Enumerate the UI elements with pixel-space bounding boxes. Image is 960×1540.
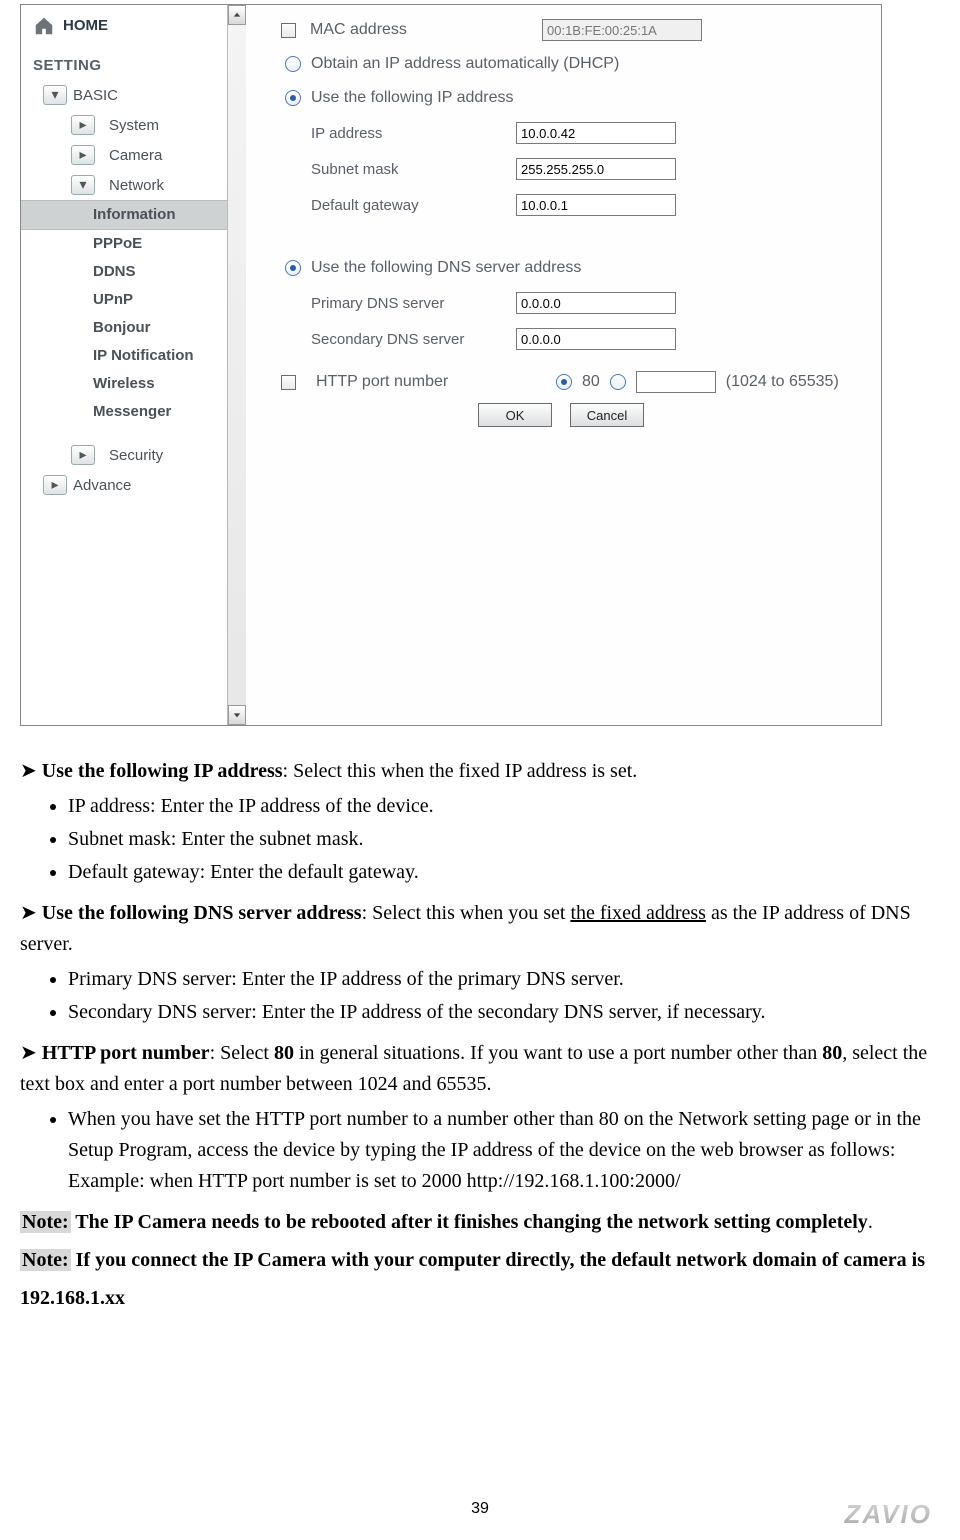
nav-item-security[interactable]: ▸ Security	[21, 440, 246, 470]
nav-item-network[interactable]: ▾ Network	[21, 170, 246, 200]
ip-field[interactable]	[516, 122, 676, 144]
heading-dns: ➤ Use the following DNS server address: …	[20, 898, 930, 960]
heading-http: ➤ HTTP port number: Select 80 in general…	[20, 1038, 930, 1100]
list-item: Subnet mask: Enter the subnet mask.	[68, 824, 930, 855]
dns1-label: Primary DNS server	[309, 295, 516, 312]
ok-button[interactable]: OK	[478, 403, 552, 427]
expand-icon[interactable]: ▸	[71, 115, 95, 135]
scroll-down-icon[interactable]	[228, 705, 246, 725]
nav-item-system[interactable]: ▸ System	[21, 110, 246, 140]
nav-leaf-pppoe[interactable]: PPPoE	[21, 230, 246, 258]
http-custom-radio[interactable]	[610, 374, 626, 390]
document-body: ➤ Use the following IP address: Select t…	[20, 756, 930, 1317]
http-80-label: 80	[582, 373, 600, 391]
note-label: Note:	[20, 1249, 71, 1271]
mask-label: Subnet mask	[309, 161, 516, 178]
mac-field	[542, 19, 702, 41]
nav-leaf-ipnotification[interactable]: IP Notification	[21, 342, 246, 370]
mac-label: MAC address	[308, 21, 530, 39]
ip-label: IP address	[309, 125, 516, 142]
http-range-label: (1024 to 65535)	[726, 373, 839, 391]
list-item: When you have set the HTTP port number t…	[68, 1104, 930, 1197]
gateway-field[interactable]	[516, 194, 676, 216]
http-checkbox[interactable]	[281, 375, 296, 390]
nav-leaf-messenger[interactable]: Messenger	[21, 398, 246, 426]
nav-item-label: Camera	[109, 147, 162, 164]
nav-scrollbar[interactable]	[227, 5, 246, 725]
http-port-field[interactable]	[636, 371, 716, 393]
dns2-label: Secondary DNS server	[309, 331, 516, 348]
nav-item-label: System	[109, 117, 159, 134]
nav-leaf-information[interactable]: Information	[21, 200, 246, 230]
cancel-button[interactable]: Cancel	[570, 403, 644, 427]
expand-icon[interactable]: ▸	[71, 445, 95, 465]
nav-home[interactable]: HOME	[21, 5, 246, 41]
dhcp-label: Obtain an IP address automatically (DHCP…	[311, 55, 619, 73]
dns-label: Use the following DNS server address	[311, 259, 581, 277]
http-80-radio[interactable]	[556, 374, 572, 390]
network-form: MAC address Obtain an IP address automat…	[281, 15, 881, 427]
nav-leaf-wireless[interactable]: Wireless	[21, 370, 246, 398]
secondary-dns-field[interactable]	[516, 328, 676, 350]
list-item: Secondary DNS server: Enter the IP addre…	[68, 997, 930, 1028]
note-label: Note:	[20, 1211, 71, 1233]
nav-item-camera[interactable]: ▸ Camera	[21, 140, 246, 170]
nav-leaf-bonjour[interactable]: Bonjour	[21, 314, 246, 342]
dhcp-radio[interactable]	[285, 56, 301, 72]
nav-home-label: HOME	[63, 17, 108, 34]
scroll-up-icon[interactable]	[228, 5, 246, 25]
nav-item-label: Advance	[73, 477, 131, 494]
static-ip-radio[interactable]	[285, 90, 301, 106]
nav-item-label: Network	[109, 177, 164, 194]
nav-basic-label: BASIC	[73, 87, 118, 104]
nav-leaf-ddns[interactable]: DDNS	[21, 258, 246, 286]
list-item: Primary DNS server: Enter the IP address…	[68, 964, 930, 995]
gw-label: Default gateway	[309, 197, 516, 214]
nav-item-advance[interactable]: ▸ Advance	[21, 470, 246, 500]
list-item: IP address: Enter the IP address of the …	[68, 791, 930, 822]
collapse-icon[interactable]: ▾	[43, 85, 67, 105]
expand-icon[interactable]: ▸	[43, 475, 67, 495]
scroll-track[interactable]	[228, 25, 246, 705]
nav-panel: HOME SETTING ▾ BASIC ▸ System ▸ Camera ▾ Ne…	[21, 5, 246, 725]
expand-icon[interactable]: ▸	[71, 145, 95, 165]
mask-field[interactable]	[516, 158, 676, 180]
page-number: 39	[0, 1500, 960, 1518]
nav-basic[interactable]: ▾ BASIC	[21, 80, 246, 110]
static-ip-label: Use the following IP address	[311, 89, 513, 107]
mac-checkbox[interactable]	[281, 23, 296, 38]
nav-item-label: Security	[109, 447, 163, 464]
brand-logo: ZAVIO	[844, 1499, 932, 1530]
screenshot-figure: HOME SETTING ▾ BASIC ▸ System ▸ Camera ▾ Ne…	[20, 4, 882, 726]
nav-leaf-upnp[interactable]: UPnP	[21, 286, 246, 314]
list-item: Default gateway: Enter the default gatew…	[68, 857, 930, 888]
http-label: HTTP port number	[306, 373, 546, 391]
heading-ip: ➤ Use the following IP address: Select t…	[20, 756, 930, 787]
nav-section-setting: SETTING	[21, 41, 246, 80]
collapse-icon[interactable]: ▾	[71, 175, 95, 195]
primary-dns-field[interactable]	[516, 292, 676, 314]
dns-radio[interactable]	[285, 260, 301, 276]
home-icon	[33, 15, 55, 35]
